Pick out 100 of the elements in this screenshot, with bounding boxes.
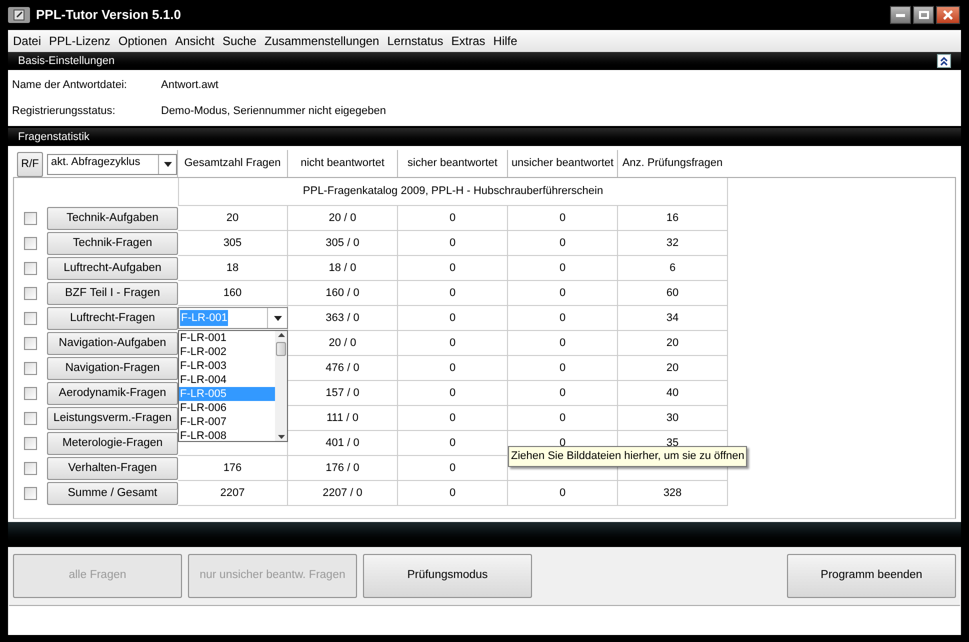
category-button[interactable]: Leistungsverm.-Fragen [47,407,178,430]
checkbox[interactable] [24,437,37,450]
table-cell: 0 [398,256,508,281]
dropdown-option[interactable]: F-LR-001 [179,331,275,345]
table-cell: 20 / 0 [288,206,398,231]
field-value: Antwort.awt [161,78,218,93]
table-cell: 0 [398,231,508,256]
field-label: Name der Antwortdatei: [12,78,128,93]
table-cell: 20 [618,331,728,356]
checkbox[interactable] [24,362,37,375]
category-button[interactable]: Technik-Aufgaben [47,207,178,230]
scroll-thumb[interactable] [276,342,286,356]
menu-item[interactable]: Datei [10,32,44,50]
table-cell: 2207 [178,481,288,506]
category-button[interactable]: Verhalten-Fragen [47,457,178,480]
table-cell: 476 / 0 [288,356,398,381]
table-cell: 20 [178,206,288,231]
caret-icon [164,162,172,167]
checkbox[interactable] [24,412,37,425]
section-title: Basis-Einstellungen [18,54,115,69]
scroll-up-icon [278,331,284,339]
close-button[interactable] [936,6,960,24]
table-cell: 0 [508,306,618,331]
checkbox[interactable] [24,487,37,500]
category-button[interactable]: Navigation-Fragen [47,357,178,380]
table-cell: 40 [618,381,728,406]
menu-item[interactable]: Optionen [115,32,170,50]
table-cell: 0 [398,406,508,431]
catalog-title: PPL-Fragenkatalog 2009, PPL-H - Hubschrauberführerschein [178,178,728,206]
table-cell: 160 [178,281,288,306]
table-cell: 20 / 0 [288,331,398,356]
category-button[interactable]: Summe / Gesamt [47,482,178,505]
category-button[interactable]: Luftrecht-Aufgaben [47,257,178,280]
table-cell: 34 [618,306,728,331]
column-header: unsicher beantwortet [507,150,617,177]
checkbox[interactable] [24,312,37,325]
section-title: Fragenstatistik [18,130,90,145]
category-button[interactable]: Aerodynamik-Fragen [47,382,178,405]
menu-item[interactable]: Zusammenstellungen [261,32,382,50]
field-label: Registrierungsstatus: [12,104,116,118]
maximize-button[interactable] [913,6,934,24]
dropdown-option[interactable]: F-LR-004 [179,373,275,387]
table-cell: 0 [398,206,508,231]
menu-item[interactable]: Extras [448,32,488,50]
dropdown-option[interactable]: F-LR-003 [179,359,275,373]
table-cell: 0 [398,456,508,481]
table-cell: 30 [618,406,728,431]
menu-item[interactable]: Hilfe [490,32,520,50]
scroll-down-icon [278,433,284,441]
menu-item[interactable]: PPL-Lizenz [46,32,114,50]
window-title: PPL-Tutor Version 5.1.0 [36,6,181,24]
table-cell: 176 / 0 [288,456,398,481]
table-cell: 176 [178,456,288,481]
table-cell: 20 [618,356,728,381]
column-header: sicher beantwortet [397,150,507,177]
checkbox[interactable] [24,212,37,225]
checkbox[interactable] [24,237,37,250]
table-cell: 0 [398,356,508,381]
action-button[interactable]: Programm beenden [787,554,956,598]
dropdown-option[interactable]: F-LR-002 [179,345,275,359]
double-chevron-up-icon [939,56,949,66]
cycle-dropdown[interactable]: akt. Abfragezyklus [47,154,177,175]
scrollbar[interactable] [275,331,287,441]
table-cell: 305 / 0 [288,231,398,256]
checkbox[interactable] [24,287,37,300]
table-cell: 111 / 0 [288,406,398,431]
column-header: Gesamtzahl Fragen [177,150,287,177]
dropdown-option[interactable]: F-LR-006 [179,401,275,415]
menu-item[interactable]: Suche [219,32,260,50]
table-cell: 363 / 0 [288,306,398,331]
category-button[interactable]: Meterologie-Fragen [47,432,178,455]
dropdown-option[interactable]: F-LR-007 [179,415,275,429]
category-button[interactable]: Navigation-Aufgaben [47,332,178,355]
table-cell: 0 [508,406,618,431]
table-cell: 16 [618,206,728,231]
table-cell: 0 [508,206,618,231]
column-header: Anz. Prüfungsfragen [617,150,727,177]
category-button[interactable]: BZF Teil I - Fragen [47,282,178,305]
table-cell: 0 [508,481,618,506]
minimize-button[interactable] [890,6,911,24]
table-cell: 0 [508,281,618,306]
field-value: Demo-Modus, Seriennummer nicht eigegeben [161,104,386,118]
menu-item[interactable]: Ansicht [172,32,218,50]
checkbox[interactable] [24,262,37,275]
checkbox[interactable] [24,462,37,475]
close-icon [943,10,953,20]
checkbox[interactable] [24,387,37,400]
table-cell: 0 [508,231,618,256]
menu-item[interactable]: Lernstatus [384,32,446,50]
table-cell: 0 [398,381,508,406]
collapse-button[interactable] [937,54,951,68]
category-button[interactable]: Luftrecht-Fragen [47,307,178,330]
rf-button[interactable]: R/F [17,152,43,177]
checkbox[interactable] [24,337,37,350]
table-cell: 157 / 0 [288,381,398,406]
table-cell: 0 [508,381,618,406]
action-button[interactable]: Prüfungsmodus [363,554,532,598]
column-header: nicht beantwortet [287,150,397,177]
dropdown-option[interactable]: F-LR-008 [179,429,275,443]
category-button[interactable]: Technik-Fragen [47,232,178,255]
